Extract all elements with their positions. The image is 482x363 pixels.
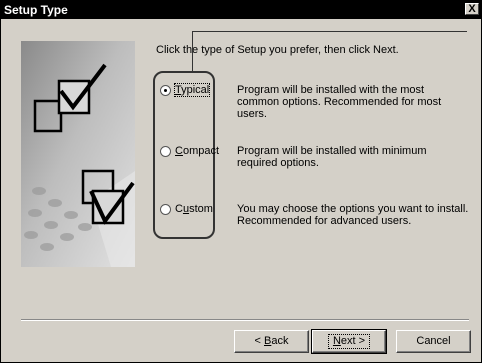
option-typical[interactable]: Typical xyxy=(160,83,211,97)
radio-button-compact[interactable] xyxy=(160,145,171,157)
setup-illustration xyxy=(21,41,135,267)
cancel-button[interactable]: Cancel xyxy=(396,330,471,353)
close-button[interactable]: X xyxy=(465,3,479,15)
title-bar[interactable]: Setup Type X xyxy=(1,1,481,19)
option-label-custom[interactable]: Custom xyxy=(175,203,213,215)
option-custom[interactable]: Custom xyxy=(160,203,213,215)
option-compact[interactable]: Compact xyxy=(160,145,219,157)
setup-type-dialog: Setup Type X Click the type of Setup you… xyxy=(0,0,482,363)
next-button[interactable]: Next > xyxy=(311,329,387,354)
checkbox-illustration-icon xyxy=(21,41,135,267)
callout-line xyxy=(192,31,467,32)
window-title: Setup Type xyxy=(4,3,68,17)
radio-button-custom[interactable] xyxy=(160,203,171,215)
option-label-compact[interactable]: Compact xyxy=(175,145,219,157)
callout-line xyxy=(192,31,193,71)
option-desc-typical: Program will be installed with the most … xyxy=(237,84,442,120)
radio-button-typical[interactable] xyxy=(160,84,171,96)
option-desc-custom: You may choose the options you want to i… xyxy=(237,203,469,227)
option-desc-compact: Program will be installed with minimum r… xyxy=(237,145,427,169)
back-button[interactable]: < Back xyxy=(234,330,309,353)
button-separator xyxy=(21,319,469,321)
option-label-typical[interactable]: Typical xyxy=(173,83,211,97)
